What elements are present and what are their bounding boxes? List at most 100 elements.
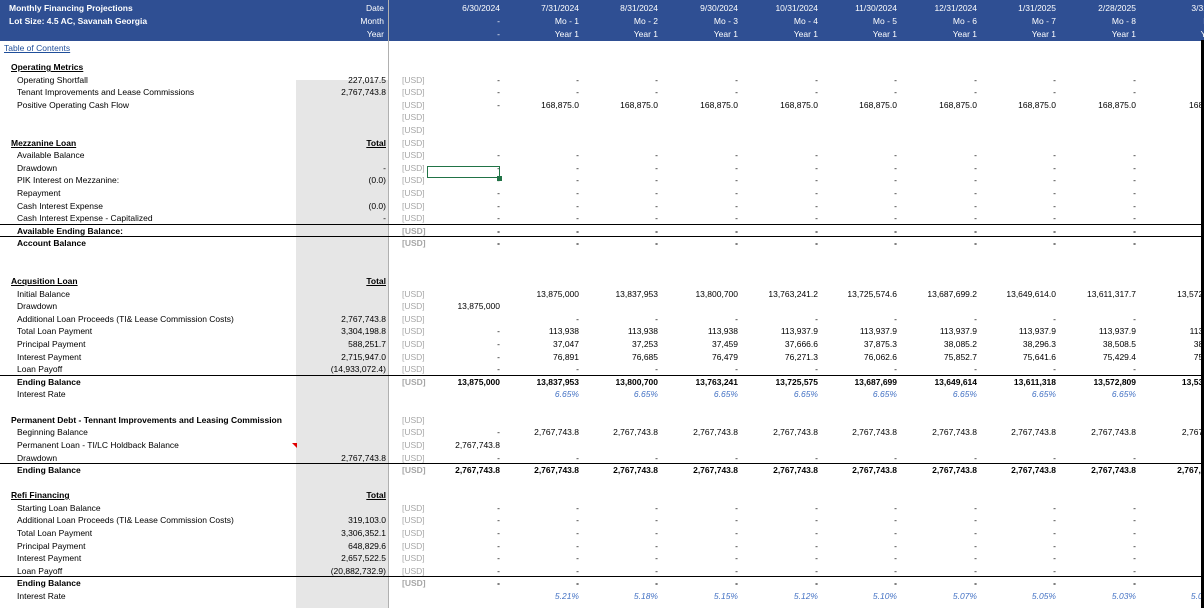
data-cell[interactable]: 168,875.0 — [662, 99, 738, 111]
data-cell[interactable]: - — [503, 212, 579, 224]
data-cell[interactable]: - — [662, 514, 738, 526]
data-cell[interactable]: 13,649,614.0 — [980, 288, 1056, 300]
row-label[interactable]: Interest Payment — [17, 351, 81, 363]
data-cell[interactable]: - — [424, 86, 500, 98]
data-cell[interactable]: - — [662, 552, 738, 564]
data-cell[interactable]: 168,875.0 — [582, 99, 658, 111]
data-cell[interactable]: - — [980, 187, 1056, 199]
data-cell[interactable]: 168,875.0 — [742, 99, 818, 111]
data-cell[interactable]: - — [503, 363, 579, 375]
data-cell[interactable]: - — [662, 162, 738, 174]
data-cell[interactable]: 2,767,743.8 — [980, 426, 1056, 438]
data-cell[interactable]: 13,572,809 — [1060, 376, 1136, 388]
row-label[interactable]: Positive Operating Cash Flow — [17, 99, 129, 111]
data-cell[interactable]: - — [1060, 86, 1136, 98]
data-cell[interactable]: 5.07% — [901, 590, 977, 602]
row-total[interactable]: Total — [300, 275, 386, 287]
row-label[interactable]: Cash Interest Expense — [17, 200, 103, 212]
row-total[interactable]: 2,657,522.5 — [300, 552, 386, 564]
data-cell[interactable]: 113,937.9 — [1060, 325, 1136, 337]
data-cell[interactable]: - — [424, 200, 500, 212]
data-cell[interactable]: - — [980, 552, 1056, 564]
data-cell[interactable]: - — [424, 187, 500, 199]
data-cell[interactable]: - — [901, 86, 977, 98]
row-label[interactable]: Drawdown — [17, 162, 57, 174]
row-total[interactable]: - — [300, 212, 386, 224]
data-cell[interactable]: 6.65% — [742, 388, 818, 400]
data-cell[interactable]: 38,296.3 — [980, 338, 1056, 350]
row-total[interactable]: Total — [300, 489, 386, 501]
data-cell[interactable]: - — [424, 577, 500, 589]
row-total[interactable]: 2,767,743.8 — [300, 86, 386, 98]
data-cell[interactable]: 37,459 — [662, 338, 738, 350]
data-cell[interactable]: - — [742, 514, 818, 526]
data-cell[interactable]: - — [980, 74, 1056, 86]
data-cell[interactable]: - — [503, 502, 579, 514]
data-cell[interactable]: - — [901, 514, 977, 526]
data-cell[interactable]: - — [582, 149, 658, 161]
data-cell[interactable]: 13,534,0 — [1139, 376, 1204, 388]
row-label[interactable]: Ending Balance — [17, 464, 81, 476]
data-cell[interactable]: 75,852.7 — [901, 351, 977, 363]
comment-indicator[interactable] — [292, 443, 297, 448]
data-cell[interactable]: 76,062.6 — [821, 351, 897, 363]
data-cell[interactable]: 37,666.6 — [742, 338, 818, 350]
data-cell[interactable]: 6.6 — [1139, 388, 1204, 400]
row-label[interactable]: Beginning Balance — [17, 426, 88, 438]
data-cell[interactable]: 76,479 — [662, 351, 738, 363]
data-cell[interactable]: - — [424, 212, 500, 224]
data-cell[interactable]: 38,085.2 — [901, 338, 977, 350]
data-cell[interactable]: - — [424, 514, 500, 526]
data-cell[interactable]: 113,937.9 — [980, 325, 1056, 337]
data-cell[interactable]: - — [901, 212, 977, 224]
data-cell[interactable]: - — [980, 514, 1056, 526]
data-cell[interactable]: - — [821, 187, 897, 199]
data-cell[interactable]: 13,837,953 — [503, 376, 579, 388]
data-cell[interactable]: 76,685 — [582, 351, 658, 363]
data-cell[interactable]: - — [980, 540, 1056, 552]
row-label[interactable]: Interest Rate — [17, 388, 66, 400]
row-label[interactable]: Additional Loan Proceeds (TI& Lease Comm… — [17, 313, 234, 325]
data-cell[interactable]: - — [582, 74, 658, 86]
data-cell[interactable]: 2,767,743.8 — [662, 426, 738, 438]
data-cell[interactable]: 75,641.6 — [980, 351, 1056, 363]
data-cell[interactable]: 2,767,743.8 — [821, 426, 897, 438]
data-cell[interactable]: - — [662, 527, 738, 539]
data-cell[interactable]: 76,271.3 — [742, 351, 818, 363]
data-cell[interactable]: 113,937.9 — [742, 325, 818, 337]
data-cell[interactable]: - — [901, 552, 977, 564]
fill-handle[interactable] — [497, 176, 502, 181]
data-cell[interactable]: - — [901, 540, 977, 552]
data-cell[interactable]: 13,725,575 — [742, 376, 818, 388]
row-label[interactable]: Principal Payment — [17, 540, 86, 552]
data-cell[interactable]: - — [821, 577, 897, 589]
row-label[interactable]: Mezzanine Loan — [11, 137, 76, 149]
row-label[interactable]: Principal Payment — [17, 338, 86, 350]
data-cell[interactable]: - — [424, 237, 500, 249]
data-cell[interactable]: 2,767,743.8 — [582, 464, 658, 476]
data-cell[interactable]: - — [503, 187, 579, 199]
data-cell[interactable]: - — [1060, 149, 1136, 161]
data-cell[interactable]: - — [582, 162, 658, 174]
data-cell[interactable]: 2,767,743.8 — [901, 464, 977, 476]
data-cell[interactable]: - — [821, 514, 897, 526]
data-cell[interactable]: - — [582, 527, 658, 539]
data-cell[interactable]: 13,875,000 — [503, 288, 579, 300]
data-cell[interactable]: 13,800,700 — [582, 376, 658, 388]
data-cell[interactable]: 2,767,743.8 — [662, 464, 738, 476]
data-cell[interactable]: - — [742, 502, 818, 514]
data-cell[interactable]: - — [742, 149, 818, 161]
data-cell[interactable]: 2,767,743.8 — [503, 426, 579, 438]
spreadsheet-grid[interactable]: Monthly Financing Projections Lot Size: … — [0, 0, 1204, 608]
data-cell[interactable]: 113,938 — [503, 325, 579, 337]
data-cell[interactable]: - — [821, 200, 897, 212]
data-cell[interactable]: 6.65% — [662, 388, 738, 400]
data-cell[interactable]: 2,767,743.8 — [901, 426, 977, 438]
data-cell[interactable]: 13,763,241.2 — [742, 288, 818, 300]
data-cell[interactable]: - — [821, 74, 897, 86]
data-cell[interactable]: 38,508.5 — [1060, 338, 1136, 350]
data-cell[interactable]: - — [742, 577, 818, 589]
data-cell[interactable]: 37,875.3 — [821, 338, 897, 350]
data-cell[interactable]: - — [1060, 363, 1136, 375]
data-cell[interactable]: - — [503, 174, 579, 186]
